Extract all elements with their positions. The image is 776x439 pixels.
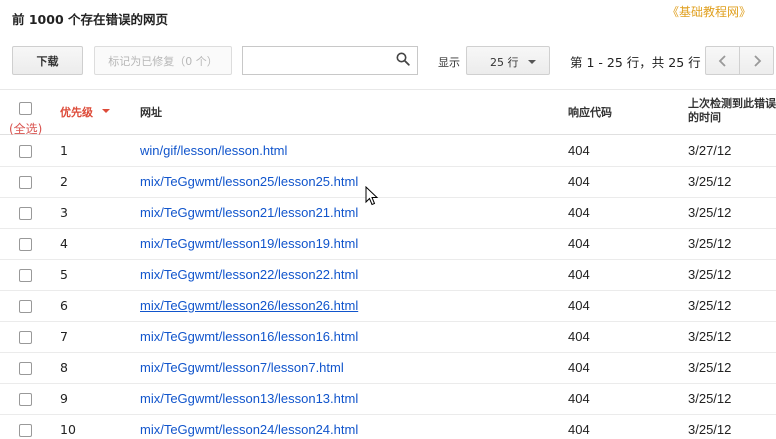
row-response-code: 404: [568, 329, 590, 344]
table-row[interactable]: 2 mix/TeGgwmt/lesson25/lesson25.html 404 3/…: [0, 167, 776, 198]
table-row[interactable]: 4 mix/TeGgwmt/lesson19/lesson19.html 404 3/…: [0, 229, 776, 260]
search-input[interactable]: [243, 47, 393, 74]
table-row[interactable]: 5 mix/TeGgwmt/lesson22/lesson22.html 404 3/…: [0, 260, 776, 291]
table-row[interactable]: 10 mix/TeGgwmt/lesson24/lesson24.html 404 3…: [0, 415, 776, 439]
row-priority: 6: [60, 298, 68, 313]
row-checkbox[interactable]: [19, 362, 32, 375]
row-priority: 10: [60, 422, 76, 437]
row-response-code: 404: [568, 236, 590, 251]
row-checkbox[interactable]: [19, 331, 32, 344]
search-box: [242, 46, 418, 75]
row-url-link[interactable]: win/gif/lesson/lesson.html: [140, 143, 287, 158]
row-response-code: 404: [568, 391, 590, 406]
row-response-code: 404: [568, 267, 590, 282]
row-response-code: 404: [568, 174, 590, 189]
row-last-detected: 3/25/12: [688, 360, 732, 375]
search-icon[interactable]: [396, 52, 410, 66]
row-response-code: 404: [568, 205, 590, 220]
row-url-link[interactable]: mix/TeGgwmt/lesson25/lesson25.html: [140, 174, 358, 189]
row-checkbox[interactable]: [19, 269, 32, 282]
chevron-left-icon: [718, 54, 726, 67]
table-header: [0, 89, 776, 135]
row-response-code: 404: [568, 422, 590, 437]
page-title: 前 1000 个存在错误的网页: [12, 12, 168, 27]
row-priority: 1: [60, 143, 68, 158]
row-checkbox[interactable]: [19, 207, 32, 220]
chevron-right-icon: [753, 54, 761, 67]
sort-desc-icon: [102, 109, 110, 113]
row-priority: 5: [60, 267, 68, 282]
select-all-label: (全选): [9, 122, 43, 136]
column-header-priority[interactable]: 优先级: [60, 104, 93, 120]
rows-per-page-value: 25 行: [490, 56, 519, 69]
row-checkbox[interactable]: [19, 393, 32, 406]
row-last-detected: 3/27/12: [688, 143, 732, 158]
row-url-link[interactable]: mix/TeGgwmt/lesson7/lesson7.html: [140, 360, 344, 375]
row-response-code: 404: [568, 298, 590, 313]
column-header-url[interactable]: 网址: [140, 104, 162, 120]
chevron-down-icon: [528, 60, 536, 64]
row-last-detected: 3/25/12: [688, 267, 732, 282]
pagination-text: 第 1 - 25 行，共 25 行: [570, 55, 701, 70]
row-last-detected: 3/25/12: [688, 329, 732, 344]
row-priority: 3: [60, 205, 68, 220]
table-row[interactable]: 8 mix/TeGgwmt/lesson7/lesson7.html 404 3/25…: [0, 353, 776, 384]
row-url-link[interactable]: mix/TeGgwmt/lesson13/lesson13.html: [140, 391, 358, 406]
row-last-detected: 3/25/12: [688, 298, 732, 313]
column-header-response-code[interactable]: 响应代码: [568, 104, 612, 120]
row-checkbox[interactable]: [19, 176, 32, 189]
show-label: 显示: [438, 56, 460, 69]
select-all-checkbox[interactable]: [19, 102, 32, 115]
row-checkbox[interactable]: [19, 145, 32, 158]
row-priority: 9: [60, 391, 68, 406]
download-button[interactable]: 下载: [12, 46, 83, 75]
row-response-code: 404: [568, 360, 590, 375]
row-priority: 2: [60, 174, 68, 189]
mark-as-fixed-button[interactable]: 标记为已修复（0 个）: [94, 46, 232, 75]
row-url-link[interactable]: mix/TeGgwmt/lesson21/lesson21.html: [140, 205, 358, 220]
rows-per-page-select[interactable]: 25 行: [466, 46, 550, 75]
row-url-link[interactable]: mix/TeGgwmt/lesson16/lesson16.html: [140, 329, 358, 344]
table-row[interactable]: 9 mix/TeGgwmt/lesson13/lesson13.html 404 3/…: [0, 384, 776, 415]
row-checkbox[interactable]: [19, 424, 32, 437]
next-page-button[interactable]: [739, 46, 774, 75]
table-row[interactable]: 1 win/gif/lesson/lesson.html 404 3/27/12: [0, 136, 776, 167]
column-header-last-detected[interactable]: 上次检测到此错误的时间: [688, 97, 776, 125]
row-last-detected: 3/25/12: [688, 236, 732, 251]
mouse-pointer-icon: [365, 186, 379, 206]
previous-page-button[interactable]: [705, 46, 740, 75]
row-url-link[interactable]: mix/TeGgwmt/lesson22/lesson22.html: [140, 267, 358, 282]
row-checkbox[interactable]: [19, 300, 32, 313]
row-response-code: 404: [568, 143, 590, 158]
row-checkbox[interactable]: [19, 238, 32, 251]
row-url-link[interactable]: mix/TeGgwmt/lesson24/lesson24.html: [140, 422, 358, 437]
row-last-detected: 3/25/12: [688, 174, 732, 189]
row-priority: 8: [60, 360, 68, 375]
row-url-link[interactable]: mix/TeGgwmt/lesson26/lesson26.html: [140, 298, 358, 313]
row-url-link[interactable]: mix/TeGgwmt/lesson19/lesson19.html: [140, 236, 358, 251]
table-row[interactable]: 7 mix/TeGgwmt/lesson16/lesson16.html 404 3/…: [0, 322, 776, 353]
watermark: 《基础教程网》: [667, 5, 752, 19]
table-row[interactable]: 3 mix/TeGgwmt/lesson21/lesson21.html 404 3/…: [0, 198, 776, 229]
row-last-detected: 3/25/12: [688, 422, 732, 437]
row-last-detected: 3/25/12: [688, 205, 732, 220]
row-priority: 4: [60, 236, 68, 251]
table-row[interactable]: 6 mix/TeGgwmt/lesson26/lesson26.html 404 3/…: [0, 291, 776, 322]
row-last-detected: 3/25/12: [688, 391, 732, 406]
row-priority: 7: [60, 329, 68, 344]
